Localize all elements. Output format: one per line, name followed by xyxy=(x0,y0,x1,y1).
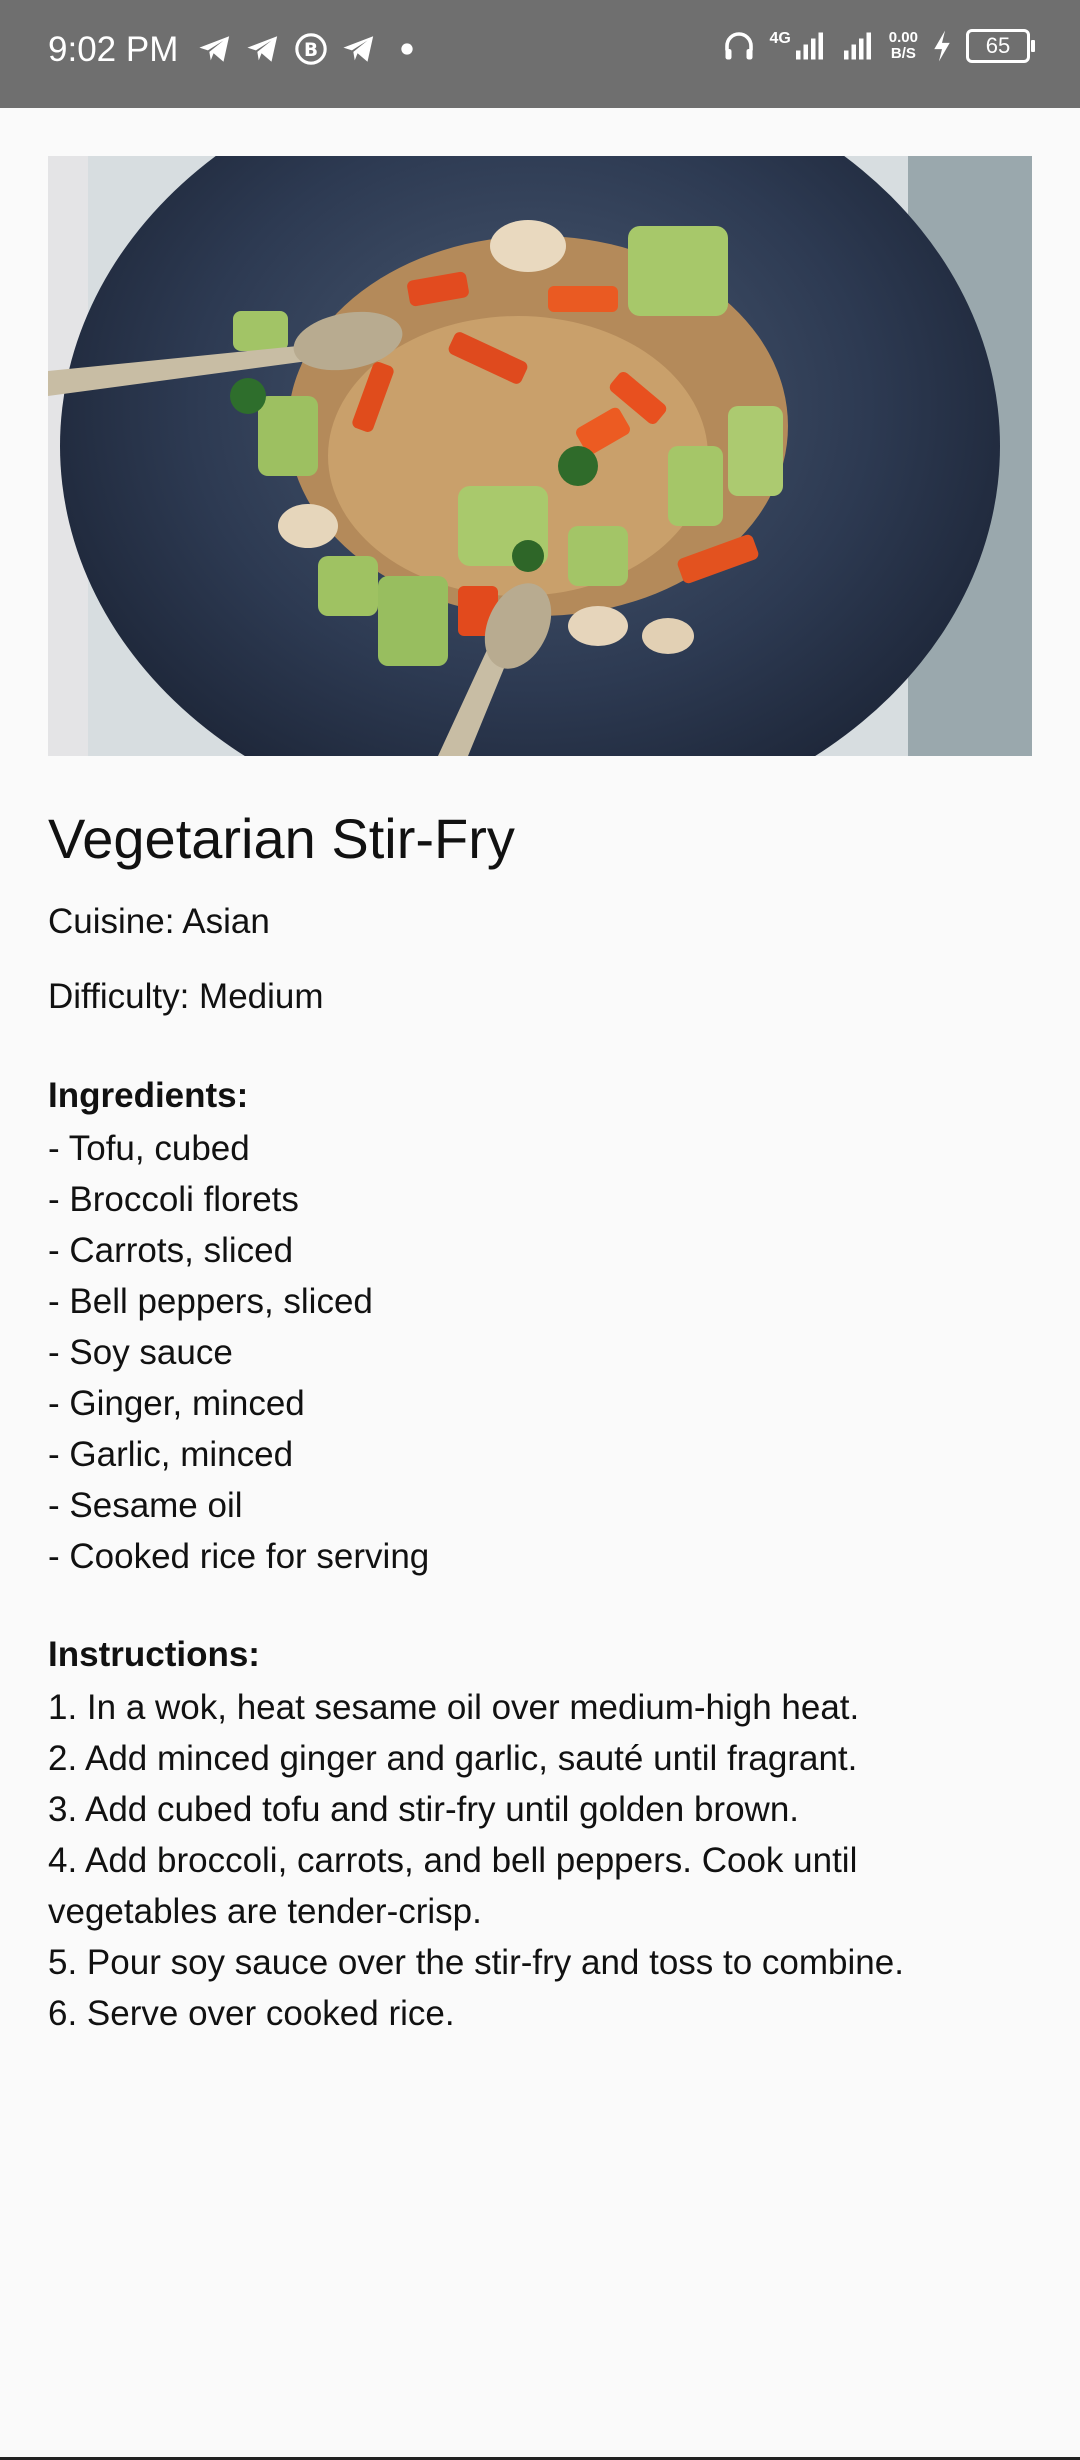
ingredient-item: - Tofu, cubed xyxy=(48,1129,250,1168)
telegram-icon xyxy=(247,36,278,62)
ingredient-item: - Cooked rice for serving xyxy=(48,1537,430,1576)
notification-icons: B xyxy=(198,32,424,66)
ingredients-list: - Tofu, cubed - Broccoli florets - Carro… xyxy=(48,1123,1032,1582)
ingredient-item: - Carrots, sliced xyxy=(48,1231,294,1270)
net-speed-value: 0.00 xyxy=(888,29,918,46)
svg-text:B: B xyxy=(304,40,318,61)
ingredients-heading: Ingredients: xyxy=(48,1076,249,1115)
headphones-icon xyxy=(725,32,754,60)
dot-icon xyxy=(401,43,413,55)
signal-icon xyxy=(843,32,871,60)
instruction-step: 4. Add broccoli, carrots, and bell peppe… xyxy=(48,1841,858,1931)
instruction-step: 2. Add minced ginger and garlic, sauté u… xyxy=(48,1739,858,1778)
ingredient-item: - Broccoli florets xyxy=(48,1180,299,1219)
cuisine-text: Cuisine: Asian xyxy=(48,902,270,941)
battery-icon: 65 xyxy=(966,29,1035,63)
recipe-image xyxy=(48,156,1032,756)
status-time: 9:02 PM xyxy=(48,30,179,69)
stir-fry-photo xyxy=(48,156,1032,756)
recipe-title: Vegetarian Stir-Fry xyxy=(48,807,515,870)
system-icons: 4G 0.00 B/S 65 xyxy=(721,28,1035,64)
ingredient-item: - Soy sauce xyxy=(48,1333,233,1372)
signal-icon xyxy=(795,32,823,60)
instructions-heading: Instructions: xyxy=(48,1635,260,1674)
telegram-icon xyxy=(199,36,230,62)
battery-level: 65 xyxy=(985,33,1011,58)
charging-icon xyxy=(934,30,950,62)
instruction-step: 6. Serve over cooked rice. xyxy=(48,1994,455,2033)
b-circle-icon: B xyxy=(295,33,327,65)
instructions-list: 1. In a wok, heat sesame oil over medium… xyxy=(48,1682,1032,2039)
ingredient-item: - Ginger, minced xyxy=(48,1384,305,1423)
instruction-step: 1. In a wok, heat sesame oil over medium… xyxy=(48,1688,860,1727)
difficulty-text: Difficulty: Medium xyxy=(48,977,324,1016)
net-speed: 0.00 B/S xyxy=(889,30,918,62)
ingredient-item: - Bell peppers, sliced xyxy=(48,1282,373,1321)
instruction-step: 3. Add cubed tofu and stir-fry until gol… xyxy=(48,1790,800,1829)
net-speed-unit: B/S xyxy=(890,45,916,62)
network-type-label: 4G xyxy=(769,30,791,47)
ingredient-item: - Sesame oil xyxy=(48,1486,243,1525)
status-bar: 9:02 PM B 4G 0.00 B/S 65 xyxy=(0,0,1080,108)
ingredient-item: - Garlic, minced xyxy=(48,1435,294,1474)
telegram-icon xyxy=(343,36,374,62)
instruction-step: 5. Pour soy sauce over the stir-fry and … xyxy=(48,1943,904,1982)
